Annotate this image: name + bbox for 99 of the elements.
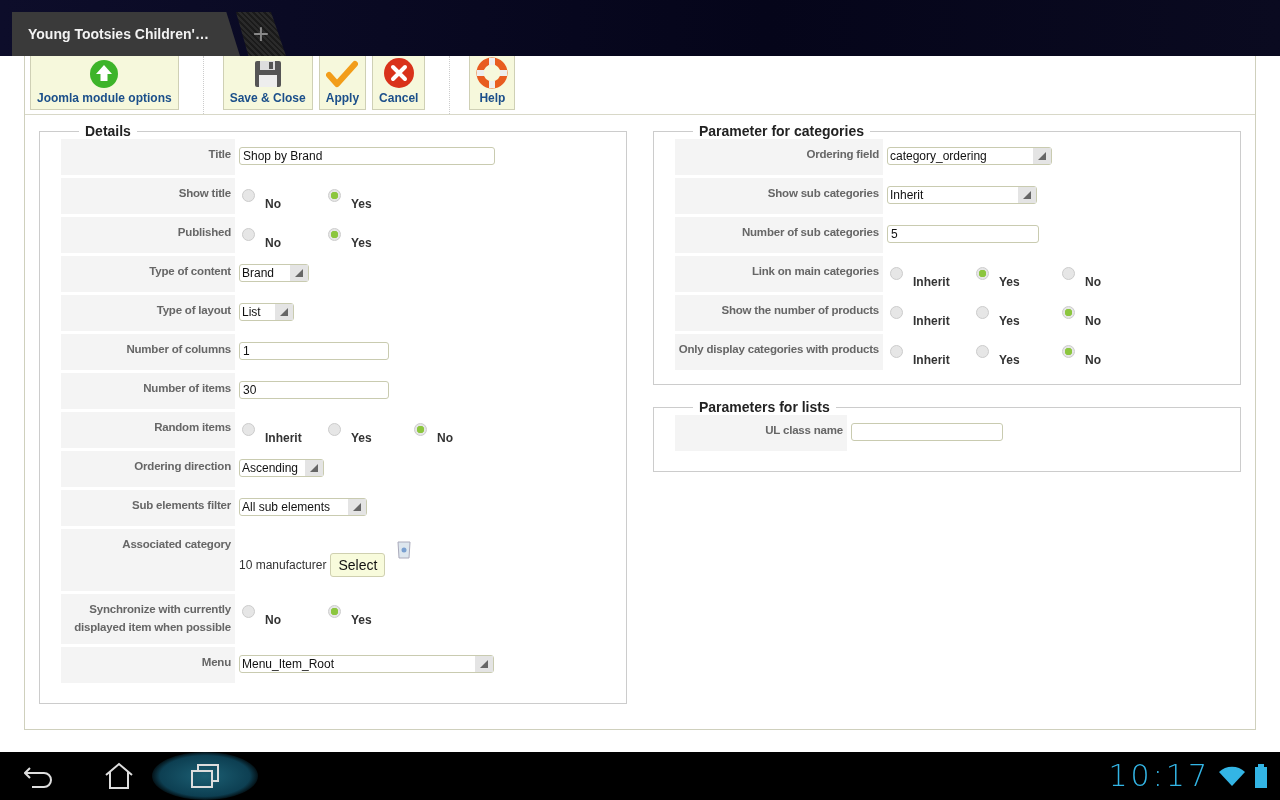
radio-button[interactable]	[242, 189, 255, 202]
field-label: Synchronize with currently displayed item when possible	[61, 594, 235, 644]
field-label: Link on main categories	[675, 256, 883, 292]
radio-label: Yes	[351, 612, 373, 627]
dropdown[interactable]: All sub elements	[239, 498, 367, 516]
radio-label: No	[265, 612, 282, 627]
text-field[interactable]	[851, 423, 1003, 441]
recent-apps-icon[interactable]	[190, 763, 220, 789]
field-label: Show the number of products	[675, 295, 883, 331]
lifebuoy-icon	[476, 57, 509, 89]
radio-button[interactable]	[328, 423, 341, 436]
radio-label: Yes	[351, 196, 373, 211]
new-tab-button[interactable]: +	[236, 12, 286, 56]
field-label: Sub elements filter	[61, 490, 235, 526]
toolbar-button[interactable]: Help	[469, 56, 516, 110]
field-label: Only display categories with products	[675, 334, 883, 370]
toolbar-button[interactable]: Save & Close	[222, 56, 313, 110]
dropdown-arrow-icon	[480, 660, 488, 668]
radio-label: Inherit	[913, 313, 951, 328]
dropdown-arrow-icon	[1023, 191, 1031, 199]
radio-button[interactable]	[1062, 267, 1075, 280]
radio-button[interactable]	[890, 267, 903, 280]
radio-button[interactable]	[976, 306, 989, 319]
radio-label: No	[265, 235, 282, 250]
dropdown[interactable]: Ascending	[239, 459, 324, 477]
text-field[interactable]: 1	[239, 342, 389, 360]
field-label: UL class name	[675, 415, 847, 451]
radio-label: Yes	[999, 274, 1021, 289]
radio-button[interactable]	[976, 267, 989, 280]
wifi-icon	[1218, 765, 1246, 787]
radio-button[interactable]	[976, 345, 989, 358]
radio-label: Yes	[999, 313, 1021, 328]
section-title: Parameters for lists	[698, 399, 831, 415]
radio-label: Inherit	[265, 430, 303, 445]
radio-button[interactable]	[242, 228, 255, 241]
field-label: Type of content	[61, 256, 235, 292]
field-label: Show sub categories	[675, 178, 883, 214]
radio-button[interactable]	[890, 345, 903, 358]
dropdown-arrow-icon	[353, 503, 361, 511]
radio-label: Inherit	[913, 352, 951, 367]
field-label: Associated category	[61, 529, 235, 591]
text-field[interactable]: 30	[239, 381, 389, 399]
field-label: Published	[61, 217, 235, 253]
radio-label: Yes	[351, 235, 373, 250]
dropdown-arrow-icon	[1038, 152, 1046, 160]
cancel-icon	[382, 57, 415, 89]
text-field[interactable]: 5	[887, 225, 1039, 243]
field-label: Ordering field	[675, 139, 883, 175]
field-label: Title	[61, 139, 235, 175]
radio-button[interactable]	[328, 189, 341, 202]
radio-label: No	[437, 430, 454, 445]
section-title: Parameter for categories	[698, 123, 865, 139]
select-button[interactable]: Select	[330, 553, 386, 577]
text-field[interactable]: Shop by Brand	[239, 147, 495, 165]
dropdown[interactable]: Brand	[239, 264, 309, 282]
radio-button[interactable]	[1062, 345, 1075, 358]
toolbar-button[interactable]: Apply	[318, 56, 367, 110]
dropdown-arrow-icon	[295, 269, 303, 277]
home-icon[interactable]	[104, 762, 134, 790]
radio-button[interactable]	[242, 605, 255, 618]
field-label: Number of sub categories	[675, 217, 883, 253]
checkmark-icon	[326, 59, 359, 89]
field-label: Ordering direction	[61, 451, 235, 487]
dropdown[interactable]: Menu_Item_Root	[239, 655, 494, 673]
radio-label: No	[1085, 313, 1102, 328]
section-title: Details	[84, 123, 132, 139]
dropdown[interactable]: List	[239, 303, 294, 321]
battery-icon	[1254, 764, 1268, 788]
field-label: Number of items	[61, 373, 235, 409]
dropdown[interactable]: category_ordering	[887, 147, 1052, 165]
radio-button[interactable]	[242, 423, 255, 436]
trash-icon[interactable]	[397, 539, 412, 559]
radio-label: Yes	[351, 430, 373, 445]
radio-label: Yes	[999, 352, 1021, 367]
field-label: Number of columns	[61, 334, 235, 370]
dropdown-arrow-icon	[280, 308, 288, 316]
field-label: Type of layout	[61, 295, 235, 331]
dropdown[interactable]: Inherit	[887, 186, 1037, 204]
radio-label: Inherit	[913, 274, 951, 289]
radio-button[interactable]	[890, 306, 903, 319]
dropdown-arrow-icon	[310, 464, 318, 472]
upload-icon	[89, 59, 120, 89]
back-icon[interactable]	[24, 764, 54, 788]
radio-button[interactable]	[414, 423, 427, 436]
tab-title: Young Tootsies Children'…	[28, 26, 209, 42]
field-label: Show title	[61, 178, 235, 214]
toolbar-button[interactable]: Joomla module options	[30, 56, 179, 110]
field-label: Random items	[61, 412, 235, 448]
field-label: Menu	[61, 647, 235, 683]
radio-label: No	[1085, 352, 1102, 367]
radio-button[interactable]	[328, 605, 341, 618]
radio-label: No	[265, 196, 282, 211]
browser-tab[interactable]: Young Tootsies Children'…	[12, 12, 240, 56]
radio-button[interactable]	[1062, 306, 1075, 319]
clock: 10:17	[1108, 759, 1210, 793]
category-value: 10 manufacturer	[239, 558, 327, 572]
toolbar-button[interactable]: Cancel	[372, 56, 426, 110]
radio-button[interactable]	[328, 228, 341, 241]
radio-label: No	[1085, 274, 1102, 289]
